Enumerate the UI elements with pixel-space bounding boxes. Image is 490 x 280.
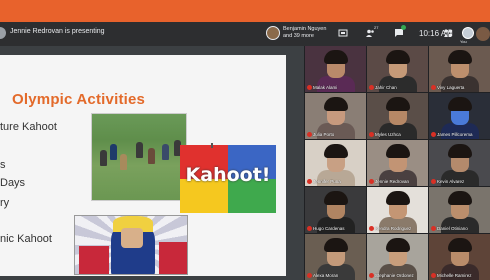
participant-hair [448, 97, 472, 111]
participant-hair [448, 238, 472, 252]
participant-tile[interactable]: Michelle Ramirez [429, 234, 490, 280]
participant-name: Julia Porto [313, 132, 335, 137]
participant-tile[interactable]: Malak Alami [305, 46, 366, 92]
participant-tile[interactable]: Jennie Redrovan [367, 140, 428, 186]
mouse-cursor [211, 143, 213, 148]
presentation-area: Olympic Activities ture Kahoot s Days ry… [0, 46, 304, 280]
mic-off-icon [431, 226, 436, 231]
participant-tile[interactable]: Julia Porto [305, 93, 366, 139]
participant-name: Malak Alami [313, 85, 338, 90]
kahoot-logo: Kahoot! [180, 145, 276, 213]
participant-name: Daniel Otiniano [437, 226, 468, 231]
mic-off-icon [307, 226, 312, 231]
participant-name: Stephanie Ordonez [375, 273, 414, 278]
participant-hair [386, 97, 410, 111]
owner-avatar [266, 26, 280, 40]
participant-tile[interactable]: Kevin Alvarez [429, 140, 490, 186]
participant-tile[interactable]: Stephanie Ordonez [367, 234, 428, 280]
participant-tile[interactable]: Kendra Rodriguez [367, 187, 428, 233]
participant-name: Jahir Chan [375, 85, 397, 90]
participant-tile[interactable]: Jennifer Puna [305, 140, 366, 186]
participant-grid: Malak Alami Jahir Chan Vivy Laguerta Julia … [305, 46, 490, 280]
owner-info[interactable]: Benjamin Nguyen and 39 more [266, 26, 326, 40]
participant-name: Kendra Rodriguez [375, 226, 412, 231]
participant-hair [448, 144, 472, 158]
presenting-label: Jennie Redrovan is presenting [10, 28, 105, 35]
slide-gutter [287, 46, 304, 280]
participant-name: Michelle Ramirez [437, 273, 472, 278]
participant-tile[interactable]: Hugo Cardenas [305, 187, 366, 233]
participant-tile[interactable]: Daniel Otiniano [429, 187, 490, 233]
participant-hair [448, 50, 472, 64]
slide-line: Days [0, 177, 26, 189]
participant-name: James Pillcorema [437, 132, 473, 137]
slide-line: nic Kahoot [0, 233, 52, 245]
kahoot-wordmark: Kahoot! [185, 164, 271, 186]
owner-more: and 39 more [283, 33, 314, 39]
owner-name: Benjamin Nguyen [283, 26, 327, 32]
mic-off-icon [307, 132, 312, 137]
you-label: You [460, 39, 467, 44]
participant-hair [448, 191, 472, 205]
mic-off-icon [431, 132, 436, 137]
participant-name: Kevin Alvarez [437, 179, 465, 184]
mic-off-icon [431, 179, 436, 184]
mic-off-icon [369, 85, 374, 90]
chat-unread-dot [401, 25, 406, 30]
activities-icon[interactable] [442, 28, 454, 40]
participant-name: Alexa Moran [313, 273, 339, 278]
participant-name: Vivy Laguerta [437, 85, 465, 90]
meeting-header: Jennie Redrovan is presenting Benjamin N… [0, 22, 490, 46]
participant-tile[interactable]: James Pillcorema [429, 93, 490, 139]
mic-off-icon [307, 85, 312, 90]
participant-tile[interactable]: Vivy Laguerta [429, 46, 490, 92]
mic-off-icon [431, 85, 436, 90]
field-day-photo [91, 113, 187, 201]
mic-off-icon [431, 273, 436, 278]
participant-name: Myles Uzhca [375, 132, 401, 137]
self-video-thumb[interactable] [476, 27, 490, 41]
slide: Olympic Activities ture Kahoot s Days ry… [0, 55, 286, 276]
slide-title: Olympic Activities [12, 91, 146, 108]
top-banner: ʻ [0, 0, 490, 22]
slide-line: ry [0, 197, 10, 209]
mic-off-icon [307, 273, 312, 278]
participant-name: Jennifer Puna [313, 179, 341, 184]
participant-tile[interactable]: Jahir Chan [367, 46, 428, 92]
participant-name: Hugo Cardenas [313, 226, 345, 231]
participant-hair [386, 144, 410, 158]
slide-line: ture Kahoot [0, 121, 57, 133]
participant-tile[interactable]: Myles Uzhca [367, 93, 428, 139]
participant-hair [386, 50, 410, 64]
mic-off-icon [369, 273, 374, 278]
participant-hair [324, 191, 348, 205]
participant-hair [324, 144, 348, 158]
present-icon[interactable] [337, 28, 349, 40]
participant-hair [324, 238, 348, 252]
mic-off-icon [369, 179, 374, 184]
mic-off-icon [369, 132, 374, 137]
slide-line: s [0, 159, 6, 171]
participant-tile[interactable]: Alexa Moran [305, 234, 366, 280]
participant-hair [324, 50, 348, 64]
mic-off-icon [307, 179, 312, 184]
participant-hair [386, 191, 410, 205]
presenter-avatar [0, 27, 6, 39]
banner-glyph: ʻ [226, 0, 240, 5]
participant-hair [386, 238, 410, 252]
participant-name: Jennie Redrovan [375, 179, 410, 184]
participant-hair [324, 97, 348, 111]
anime-image [74, 215, 188, 275]
mic-off-icon [369, 226, 374, 231]
people-count: 27 [374, 25, 379, 30]
self-avatar[interactable] [462, 27, 474, 39]
